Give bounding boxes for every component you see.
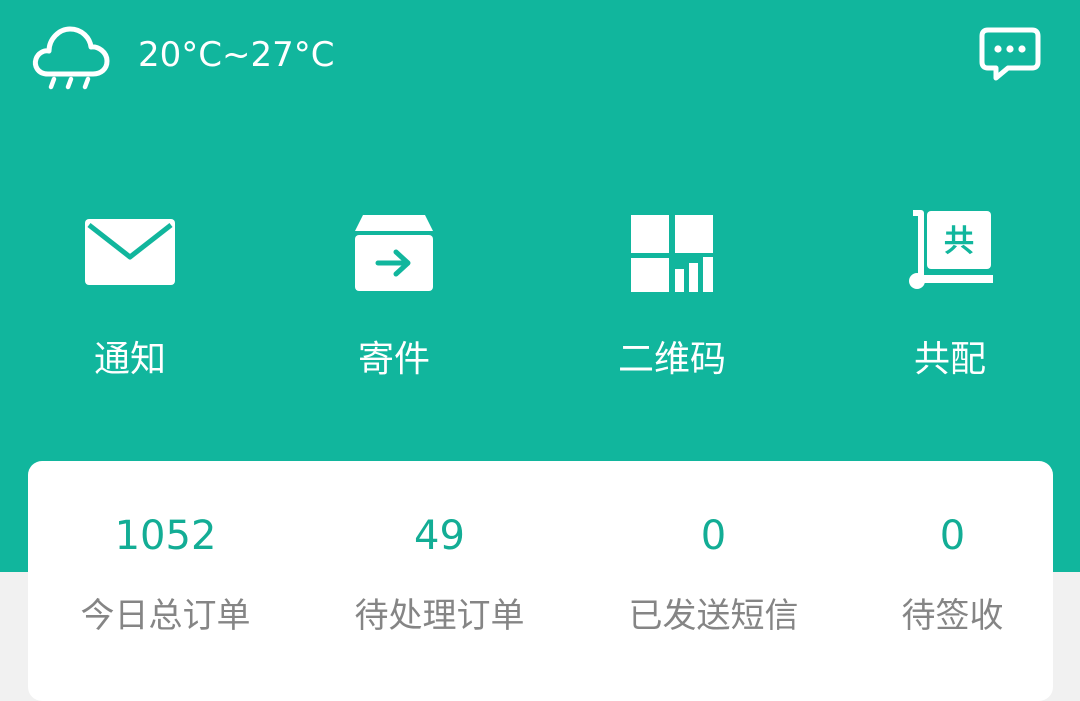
stat-label: 今日总订单 <box>80 596 251 636</box>
stat-today-orders[interactable]: 1052 今日总订单 <box>68 461 263 701</box>
stat-value: 0 <box>939 513 966 559</box>
stat-label: 待处理订单 <box>354 596 525 636</box>
cloud-rain-icon <box>32 26 110 90</box>
stat-label: 已发送短信 <box>628 596 799 636</box>
chat-bubble-icon <box>979 27 1041 81</box>
stat-value: 1052 <box>114 513 217 559</box>
function-share[interactable]: 共 共配 <box>860 205 1040 395</box>
message-button[interactable] <box>978 26 1042 84</box>
function-notify[interactable]: 通知 <box>40 205 220 395</box>
temperature-range: 20°C~27°C <box>138 35 335 75</box>
envelope-icon <box>85 219 175 285</box>
function-label: 二维码 <box>617 339 726 380</box>
function-label: 通知 <box>93 339 166 380</box>
function-send[interactable]: 寄件 <box>304 205 484 395</box>
stat-value: 49 <box>414 513 465 559</box>
qr-code-icon <box>631 215 713 292</box>
stat-pending-orders[interactable]: 49 待处理订单 <box>342 461 537 701</box>
weather-widget <box>30 22 112 92</box>
stat-label: 待签收 <box>901 596 1004 636</box>
box-arrow-icon <box>355 215 433 291</box>
stat-awaiting-signature[interactable]: 0 待签收 <box>880 461 1025 701</box>
stat-sms-sent[interactable]: 0 已发送短信 <box>616 461 811 701</box>
stats-card: 1052 今日总订单 49 待处理订单 0 已发送短信 0 待签收 <box>28 461 1053 701</box>
cart-share-glyph: 共 <box>944 224 974 259</box>
function-label: 共配 <box>913 339 986 380</box>
cart-share-icon: 共 <box>909 210 993 289</box>
function-label: 寄件 <box>357 339 430 380</box>
function-qrcode[interactable]: 二维码 <box>582 205 762 395</box>
stat-value: 0 <box>700 513 727 559</box>
